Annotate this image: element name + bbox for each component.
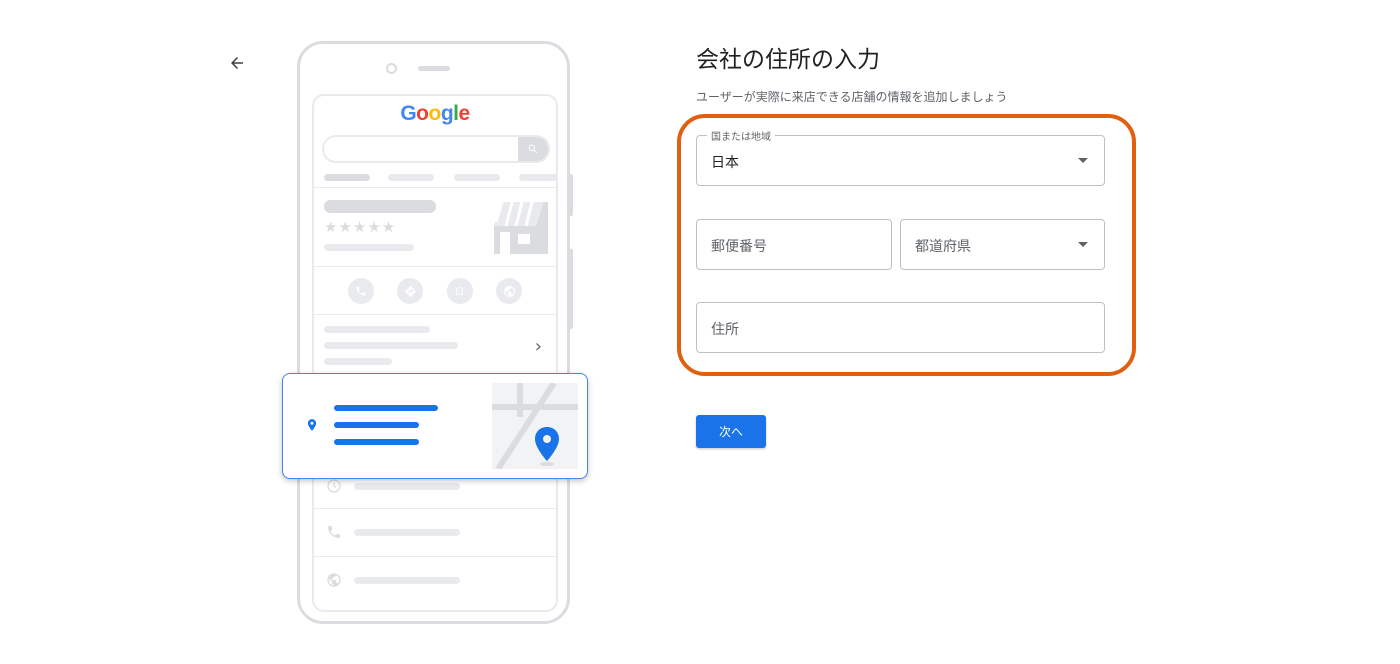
- chevron-right-icon: ›: [534, 336, 542, 357]
- mock-stars: ★★★★★: [324, 218, 397, 236]
- address-placeholder: 住所: [711, 322, 739, 338]
- phone-screen: Google ★★★★★ ›: [312, 94, 558, 612]
- globe-icon: [503, 285, 515, 297]
- mock-text-line: [324, 244, 414, 251]
- phone-side-button: [569, 249, 573, 329]
- postal-code-field[interactable]: 郵便番号: [696, 219, 892, 270]
- storefront-icon: [494, 202, 548, 254]
- prefecture-placeholder: 都道府県: [915, 239, 971, 255]
- google-logo: Google: [400, 102, 470, 125]
- mock-text-line: [324, 326, 430, 333]
- phone-icon: [356, 286, 366, 296]
- page-subtitle: ユーザーが実際に来店できる店舗の情報を追加しましょう: [696, 90, 1008, 104]
- back-button[interactable]: [224, 50, 250, 76]
- clock-icon: [327, 479, 341, 493]
- country-label: 国または地域: [707, 128, 775, 143]
- prefecture-select[interactable]: 都道府県: [900, 219, 1105, 270]
- mock-search-button: [518, 137, 548, 161]
- mock-text-line: [354, 529, 460, 536]
- directions-icon: [404, 285, 416, 297]
- phone-illustration: Google ★★★★★ ›: [297, 41, 573, 624]
- mock-website-action: [496, 278, 523, 304]
- mock-text-line: [354, 577, 460, 584]
- card-text-line: [334, 439, 419, 445]
- mock-business-name: [324, 200, 436, 213]
- phone-side-button: [569, 174, 573, 216]
- card-text-line: [334, 422, 419, 428]
- arrow-left-icon: [231, 57, 243, 69]
- card-text-line: [334, 405, 438, 411]
- mock-text-line: [324, 342, 458, 349]
- location-pin-icon: [307, 419, 317, 431]
- mock-tab: [454, 174, 500, 181]
- phone-camera: [386, 63, 397, 74]
- globe-icon: [327, 573, 341, 587]
- next-button[interactable]: 次へ: [696, 415, 766, 448]
- dropdown-arrow-icon: [1078, 242, 1088, 247]
- mock-divider: [314, 187, 556, 188]
- country-select[interactable]: 国または地域 日本: [696, 128, 1105, 186]
- mock-divider: [314, 314, 556, 315]
- mock-divider: [314, 556, 556, 557]
- country-value: 日本: [711, 155, 739, 171]
- mock-tab: [519, 174, 556, 181]
- postal-code-placeholder: 郵便番号: [711, 239, 767, 255]
- mock-divider: [314, 266, 556, 267]
- mock-search-bar: [322, 135, 550, 163]
- address-field[interactable]: 住所: [696, 302, 1105, 353]
- mock-text-line: [354, 483, 460, 490]
- phone-icon: [328, 526, 340, 538]
- mock-divider: [314, 508, 556, 509]
- map-icon: [492, 381, 578, 471]
- mock-call-action: [347, 278, 374, 304]
- page-root: Google ★★★★★ › 会社の住所の入力 ユーザーが実際に来店できる店舗の…: [0, 0, 1400, 664]
- mock-directions-action: [397, 278, 424, 304]
- location-card-illustration: [282, 373, 588, 479]
- dropdown-arrow-icon: [1078, 158, 1088, 163]
- map-thumbnail: [492, 381, 578, 471]
- mock-tab: [388, 174, 434, 181]
- bookmark-icon: [456, 286, 463, 296]
- mock-tab: [324, 174, 370, 181]
- search-icon: [528, 144, 538, 154]
- mock-save-action: [446, 278, 473, 304]
- mock-action-row: [314, 278, 556, 304]
- mock-text-line: [324, 358, 392, 365]
- page-title: 会社の住所の入力: [696, 47, 880, 73]
- phone-speaker: [418, 66, 450, 71]
